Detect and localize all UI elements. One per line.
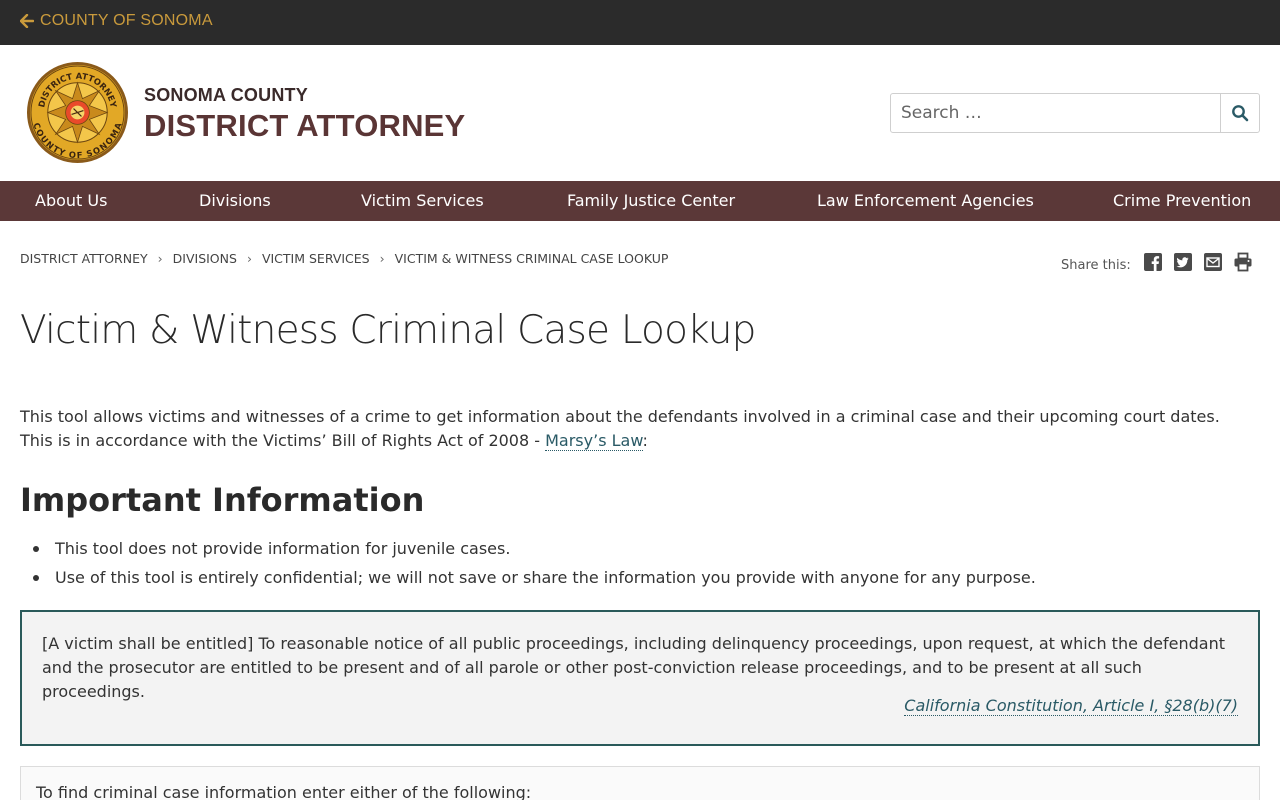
list-item: Use of this tool is entirely confidentia… (20, 566, 1260, 595)
nav-item-crime-prevention[interactable]: Crime Prevention (1113, 181, 1251, 221)
county-home-link[interactable]: COUNTY OF SONOMA (20, 12, 213, 30)
constitution-quote-box: [A victim shall be entitled] To reasonab… (20, 610, 1260, 746)
share-label: Share this: (1061, 258, 1131, 273)
arrow-left-icon (20, 14, 34, 28)
important-information-heading: Important Information (20, 481, 425, 519)
quote-text: [A victim shall be entitled] To reasonab… (42, 634, 1226, 701)
breadcrumb-victim-services[interactable]: VICTIM SERVICES (262, 251, 370, 266)
org-subtitle[interactable]: SONOMA COUNTY (144, 85, 308, 106)
intro-paragraph: This tool allows victims and witnesses o… (20, 405, 1250, 453)
nav-item-law-enforcement-agencies[interactable]: Law Enforcement Agencies (817, 181, 1034, 221)
search-input[interactable] (891, 94, 1220, 132)
twitter-icon[interactable] (1173, 252, 1195, 274)
breadcrumb-separator: › (246, 251, 252, 266)
breadcrumb-divisions[interactable]: DIVISIONS (173, 251, 237, 266)
breadcrumb-separator: › (379, 251, 385, 266)
share-bar: Share this: (1061, 252, 1255, 274)
facebook-icon[interactable] (1143, 252, 1165, 274)
search-form (890, 93, 1260, 133)
county-home-label: COUNTY OF SONOMA (40, 12, 213, 29)
breadcrumb-separator: › (157, 251, 163, 266)
search-icon (1232, 105, 1249, 122)
important-information-list: This tool does not provide information f… (20, 537, 1260, 595)
top-bar: COUNTY OF SONOMA (0, 0, 1280, 45)
district-attorney-seal-logo[interactable]: DISTRICT ATTORNEY COUNTY OF SONOMA (26, 61, 129, 164)
breadcrumb-district-attorney[interactable]: DISTRICT ATTORNEY (20, 251, 148, 266)
breadcrumb-current: VICTIM & WITNESS CRIMINAL CASE LOOKUP (394, 251, 669, 266)
case-lookup-form-panel: To find criminal case information enter … (20, 766, 1260, 800)
main-nav: About Us Divisions Victim Services Famil… (0, 181, 1280, 221)
email-icon[interactable] (1203, 252, 1225, 274)
page-title: Victim & Witness Criminal Case Lookup (20, 308, 756, 353)
nav-item-about-us[interactable]: About Us (35, 181, 107, 221)
marsys-law-link[interactable]: Marsy’s Law (545, 431, 643, 451)
nav-item-divisions[interactable]: Divisions (199, 181, 271, 221)
intro-after: : (642, 431, 648, 450)
constitution-citation-link[interactable]: California Constitution, Article I, §28(… (904, 696, 1238, 716)
nav-item-victim-services[interactable]: Victim Services (361, 181, 484, 221)
list-item: This tool does not provide information f… (20, 537, 1260, 566)
find-instructions: To find criminal case information enter … (36, 783, 532, 800)
search-button[interactable] (1220, 94, 1259, 132)
site-header: DISTRICT ATTORNEY COUNTY OF SONOMA SONOM… (0, 45, 1280, 181)
print-icon[interactable] (1233, 252, 1255, 274)
org-title[interactable]: DISTRICT ATTORNEY (144, 108, 465, 144)
nav-item-family-justice-center[interactable]: Family Justice Center (567, 181, 735, 221)
breadcrumb: DISTRICT ATTORNEY › DIVISIONS › VICTIM S… (20, 251, 668, 266)
